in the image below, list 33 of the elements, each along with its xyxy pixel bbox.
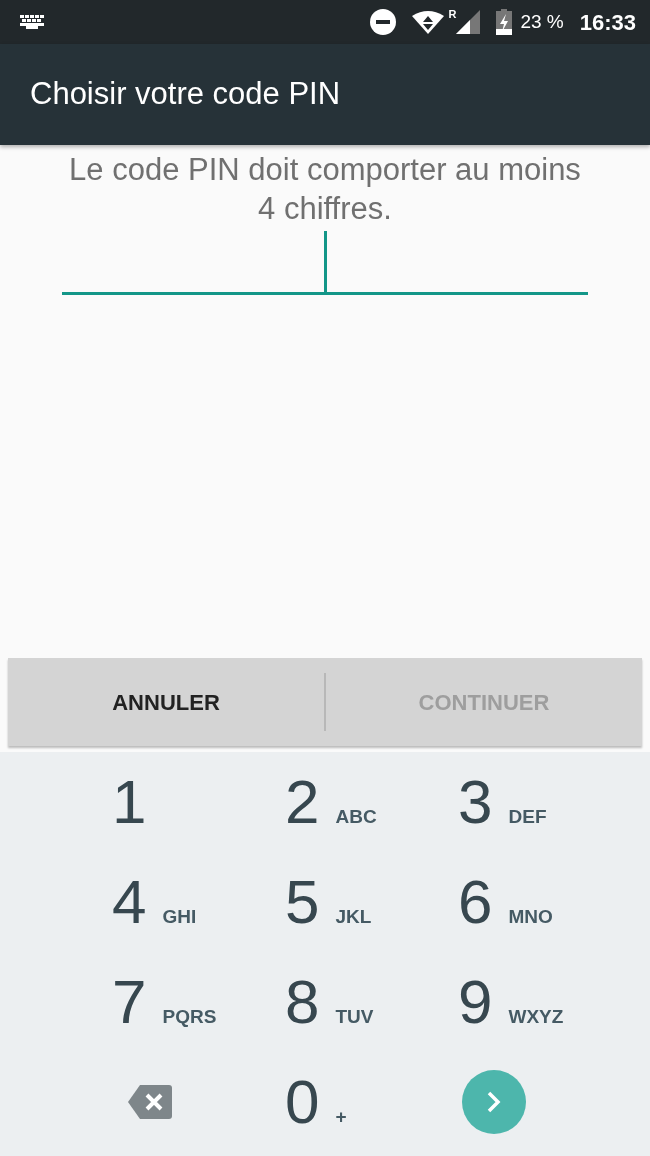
key-letters: + — [335, 1104, 347, 1129]
key-letters: DEF — [508, 804, 547, 829]
backspace-icon[interactable] — [128, 1085, 172, 1119]
digit-key[interactable]: 5 — [285, 871, 320, 933]
digit-key[interactable]: 2 — [285, 771, 320, 833]
key-letters: PQRS — [162, 1004, 217, 1029]
clock: 16:33 — [579, 8, 636, 37]
roaming-indicator: R — [448, 7, 457, 22]
digit-key[interactable]: 9 — [458, 971, 493, 1033]
keyboard-icon — [20, 15, 46, 29]
digit-key[interactable]: 6 — [458, 871, 493, 933]
key-letters: TUV — [335, 1004, 374, 1029]
key-letters: MNO — [508, 904, 553, 929]
signal-icon — [456, 10, 481, 34]
battery-charging-icon — [496, 9, 513, 35]
cancel-button[interactable]: ANNULER — [8, 684, 324, 720]
key-letters: JKL — [335, 904, 372, 929]
digit-key[interactable]: 1 — [112, 771, 147, 833]
digit-key[interactable]: 7 — [112, 971, 147, 1033]
chevron-icon — [487, 1091, 501, 1113]
wifi-icon — [412, 10, 445, 34]
pin-hint: Le code PIN doit comporter au moins 4 chiffres. — [68, 151, 582, 228]
screen-title: Choisir votre code PIN — [30, 75, 341, 114]
digit-key[interactable]: 8 — [285, 971, 320, 1033]
digit-key[interactable]: 0 — [285, 1071, 320, 1133]
do-not-disturb-icon — [370, 9, 397, 35]
pin-field[interactable] — [62, 230, 588, 295]
digit-key[interactable]: 4 — [112, 871, 147, 933]
key-letters: ABC — [335, 804, 377, 829]
battery-percentage: 23 % — [520, 9, 564, 34]
key-letters: WXYZ — [508, 1004, 564, 1029]
digit-key[interactable]: 3 — [458, 771, 493, 833]
key-letters: GHI — [162, 904, 197, 929]
